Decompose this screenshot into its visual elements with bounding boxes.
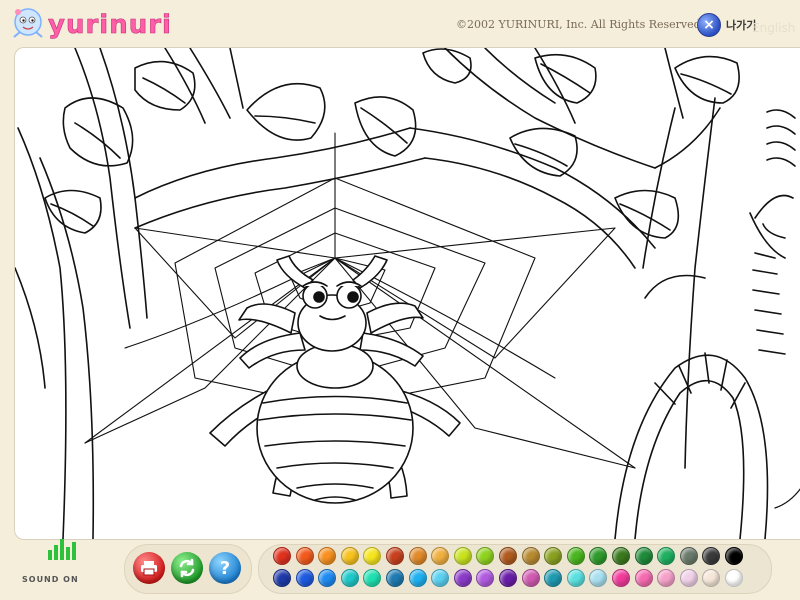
color-swatch[interactable]	[634, 547, 653, 565]
color-swatch[interactable]	[295, 547, 314, 565]
sound-label: SOUND ON	[22, 575, 79, 584]
sound-toggle[interactable]: SOUND ON	[22, 538, 82, 588]
color-swatch[interactable]	[273, 547, 291, 565]
color-swatch[interactable]	[679, 547, 698, 565]
color-swatch[interactable]	[295, 569, 314, 587]
color-swatch[interactable]	[589, 547, 608, 565]
color-swatch[interactable]	[453, 569, 472, 587]
color-swatch[interactable]	[634, 569, 653, 587]
color-swatch[interactable]	[431, 547, 450, 565]
yurinuri-logo[interactable]: yurinuri	[6, 4, 192, 44]
x-icon[interactable]: ×	[697, 13, 721, 37]
color-swatch[interactable]	[544, 547, 563, 565]
color-swatch[interactable]	[318, 547, 337, 565]
color-swatch[interactable]	[431, 569, 450, 587]
help-icon: ?	[219, 557, 231, 579]
copyright-text: ©2002 YURINURI, Inc. All Rights Reserved…	[456, 18, 705, 31]
color-swatch[interactable]	[363, 547, 382, 565]
color-swatch[interactable]	[408, 547, 427, 565]
color-swatch[interactable]	[340, 547, 359, 565]
color-palette	[258, 544, 772, 594]
corner-sketch	[774, 488, 800, 509]
palette-row-1	[273, 547, 743, 565]
help-button[interactable]: ?	[209, 552, 241, 584]
color-swatch[interactable]	[724, 569, 743, 587]
color-swatch[interactable]	[657, 547, 676, 565]
color-swatch[interactable]	[589, 569, 608, 587]
color-swatch[interactable]	[476, 547, 495, 565]
coloring-canvas[interactable]	[14, 47, 800, 540]
color-swatch[interactable]	[521, 547, 540, 565]
right-branches	[409, 48, 796, 469]
header: yurinuri ©2002 YURINURI, Inc. All Rights…	[0, 0, 800, 46]
color-swatch[interactable]	[544, 569, 563, 587]
equalizer-bar	[66, 547, 70, 560]
color-swatch[interactable]	[702, 547, 721, 565]
color-swatch[interactable]	[566, 547, 585, 565]
equalizer-bar	[60, 539, 64, 560]
color-swatch[interactable]	[724, 547, 743, 565]
color-swatch[interactable]	[498, 569, 517, 587]
print-button[interactable]	[133, 552, 165, 584]
equalizer-bar	[54, 545, 58, 560]
color-swatch[interactable]	[340, 569, 359, 587]
spider-web-drawing[interactable]	[15, 48, 800, 539]
spider	[209, 255, 461, 504]
equalizer-bar	[48, 550, 52, 560]
color-swatch[interactable]	[385, 569, 404, 587]
color-swatch[interactable]	[385, 547, 404, 565]
color-swatch[interactable]	[611, 569, 630, 587]
reset-button[interactable]	[171, 552, 203, 584]
color-swatch[interactable]	[476, 569, 495, 587]
print-icon	[141, 561, 157, 576]
tool-buttons: ?	[124, 544, 252, 594]
leaves	[44, 48, 740, 299]
color-swatch[interactable]	[273, 569, 291, 587]
worm	[614, 352, 769, 539]
bottom-toolbar: SOUND ON ?	[0, 538, 800, 600]
color-swatch[interactable]	[679, 569, 698, 587]
refresh-icon	[179, 558, 195, 578]
color-swatch[interactable]	[521, 569, 540, 587]
color-swatch[interactable]	[611, 547, 630, 565]
exit-button[interactable]: × 나가기	[697, 13, 756, 37]
equalizer-icon[interactable]	[48, 538, 76, 560]
exit-ghost-text: English	[752, 21, 796, 35]
equalizer-bar	[72, 542, 76, 560]
mascot-icon	[13, 8, 43, 38]
color-swatch[interactable]	[453, 547, 472, 565]
logo-text: yurinuri	[48, 10, 172, 40]
palette-row-2	[273, 569, 743, 587]
color-swatch[interactable]	[702, 569, 721, 587]
color-swatch[interactable]	[408, 569, 427, 587]
color-swatch[interactable]	[566, 569, 585, 587]
color-swatch[interactable]	[657, 569, 676, 587]
color-swatch[interactable]	[318, 569, 337, 587]
color-swatch[interactable]	[498, 547, 517, 565]
color-swatch[interactable]	[363, 569, 382, 587]
